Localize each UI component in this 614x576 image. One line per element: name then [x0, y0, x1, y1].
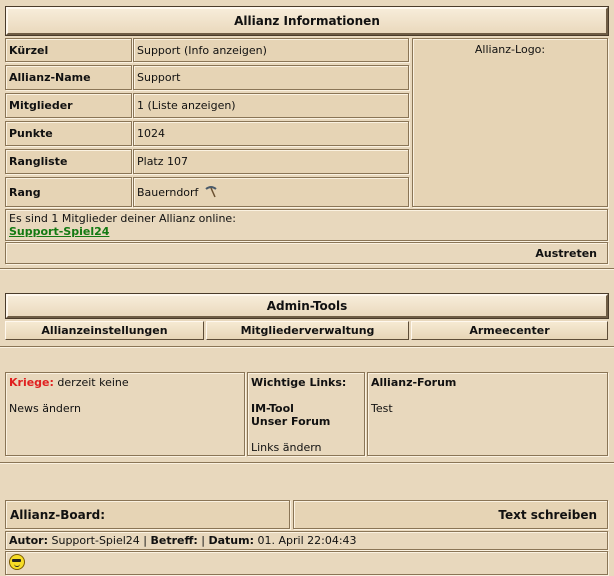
online-user-link[interactable]: Support-Spiel24	[9, 225, 604, 238]
date-label: Datum:	[208, 534, 255, 547]
wars-value: derzeit keine	[57, 376, 129, 389]
value-punkte: 1024	[133, 121, 409, 146]
divider	[0, 346, 614, 348]
value-kuerzel[interactable]: Support (Info anzeigen)	[133, 38, 409, 62]
alliance-logo-cell: Allianz-Logo:	[412, 38, 608, 207]
write-text-button[interactable]: Text schreiben	[293, 500, 608, 529]
value-rangliste: Platz 107	[133, 149, 409, 174]
leave-row: Austreten	[5, 242, 608, 264]
label-rangliste: Rangliste	[5, 149, 132, 174]
online-members-box: Es sind 1 Mitglieder deiner Allianz onli…	[5, 209, 608, 241]
divider	[0, 462, 614, 464]
links-title: Wichtige Links:	[251, 376, 347, 389]
alliance-settings-button[interactable]: Allianzeinstellungen	[5, 321, 204, 340]
label-rang: Rang	[5, 177, 132, 207]
board-title: Allianz-Board:	[5, 500, 290, 529]
alliance-forum-cell: Allianz-Forum Test	[367, 372, 608, 456]
forum-title: Allianz-Forum	[371, 376, 457, 389]
link-im-tool[interactable]: IM-Tool	[251, 402, 361, 415]
value-rang: Bauerndorf	[133, 177, 409, 207]
divider	[0, 268, 614, 270]
value-mitglieder[interactable]: 1 (Liste anzeigen)	[133, 93, 409, 118]
cool-smiley-icon	[9, 554, 25, 570]
author-value: Support-Spiel24	[51, 534, 140, 547]
board-post-body	[5, 551, 608, 575]
subject-label: Betreff:	[150, 534, 198, 547]
wars-label: Kriege:	[9, 376, 54, 389]
leave-button[interactable]: Austreten	[535, 247, 597, 260]
member-management-button[interactable]: Mitgliederverwaltung	[206, 321, 409, 340]
rang-text: Bauerndorf	[137, 185, 199, 199]
admin-tools-header: Admin-Tools	[5, 293, 609, 319]
forum-text: Test	[371, 402, 393, 415]
pickaxe-icon	[204, 185, 218, 199]
author-label: Autor:	[9, 534, 48, 547]
links-edit-link[interactable]: Links ändern	[251, 441, 361, 454]
alliance-info-header: Allianz Informationen	[5, 6, 609, 36]
label-kuerzel: Kürzel	[5, 38, 132, 62]
important-links-cell: Wichtige Links: IM-Tool Unser Forum Link…	[247, 372, 365, 456]
admin-tools-title: Admin-Tools	[266, 299, 348, 313]
date-value: 01. April 22:04:43	[257, 534, 357, 547]
value-allianz-name: Support	[133, 65, 409, 90]
news-edit-link[interactable]: News ändern	[9, 402, 241, 415]
wars-news-cell: Kriege: derzeit keine News ändern	[5, 372, 245, 456]
army-center-button[interactable]: Armeecenter	[411, 321, 608, 340]
online-text: Es sind 1 Mitglieder deiner Allianz onli…	[9, 212, 236, 225]
board-post-header: Autor: Support-Spiel24 | Betreff: | Datu…	[5, 531, 608, 550]
alliance-info-title: Allianz Informationen	[234, 14, 380, 28]
label-punkte: Punkte	[5, 121, 132, 146]
label-mitglieder: Mitglieder	[5, 93, 132, 118]
alliance-logo-label: Allianz-Logo:	[474, 43, 546, 56]
link-unser-forum[interactable]: Unser Forum	[251, 415, 361, 428]
label-allianz-name: Allianz-Name	[5, 65, 132, 90]
